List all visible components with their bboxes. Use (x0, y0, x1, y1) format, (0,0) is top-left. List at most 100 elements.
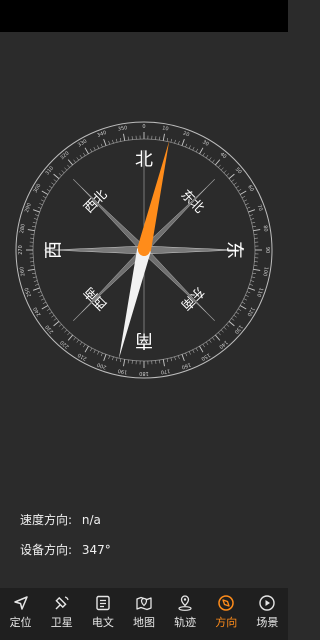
dial-tick (246, 206, 251, 209)
dial-tick (188, 351, 191, 355)
dial-tick (243, 199, 248, 202)
dial-degree-label: 350 (117, 125, 127, 133)
dial-tick (116, 357, 118, 362)
dial-tick (76, 339, 79, 343)
dial-degree-label: 10 (162, 125, 169, 132)
dial-tick (61, 326, 65, 330)
dial-degree-label: 20 (182, 131, 190, 139)
dial-tick (238, 189, 242, 192)
nav-item-direction[interactable]: 方向 (206, 588, 247, 640)
dial-tick (37, 291, 42, 294)
nav-item-satellite[interactable]: 卫星 (41, 588, 82, 640)
dial-tick (212, 337, 215, 341)
dial-tick (119, 137, 122, 142)
dial-tick (218, 164, 221, 168)
dial-degree-label: 80 (262, 225, 269, 232)
dial-tick (250, 280, 255, 282)
dial-degree-label: 200 (96, 361, 107, 370)
dial-degree-label: 190 (117, 367, 127, 375)
dial-tick (83, 152, 86, 156)
dial-tick (195, 148, 198, 153)
dial-tick (215, 159, 221, 166)
nav-item-message[interactable]: 电文 (82, 588, 123, 640)
dial-tick (39, 294, 43, 297)
dial-tick (41, 190, 49, 195)
dial-tick (209, 339, 212, 343)
dial-tick (90, 148, 93, 153)
dial-tick (64, 329, 68, 333)
dial-tick (248, 209, 256, 213)
dial-tick (215, 334, 221, 341)
dial-tick (46, 189, 50, 192)
nav-label-location: 定位 (9, 616, 32, 629)
dial-degree-label: 90 (264, 247, 270, 253)
dial-tick (100, 352, 103, 357)
nav-label-satellite: 卫星 (50, 616, 73, 629)
nav-item-location[interactable]: 定位 (0, 588, 41, 640)
dial-degree-label: 290 (24, 202, 33, 213)
dial-tick (27, 229, 35, 232)
dial-tick (33, 280, 38, 282)
nav-item-track[interactable]: 轨迹 (165, 588, 206, 640)
map-pin-icon (136, 596, 152, 611)
nav-label-scene: 场景 (256, 616, 279, 629)
dial-tick (253, 229, 261, 232)
dial-tick (31, 272, 36, 275)
dial-tick (209, 157, 212, 161)
dial-tick (123, 359, 126, 367)
direction-south: 南 (135, 330, 153, 351)
dial-tick (220, 329, 224, 333)
dial-tick (76, 157, 79, 161)
dial-tick (231, 179, 235, 182)
dial-tick (218, 332, 221, 336)
nav-item-scene[interactable]: 场景 (247, 588, 288, 640)
dial-tick (226, 173, 230, 176)
dial-degree-label: 40 (219, 151, 228, 160)
dial-tick (42, 301, 47, 304)
dial-tick (51, 182, 55, 185)
dial-tick (174, 139, 176, 144)
nav-label-direction: 方向 (215, 616, 238, 629)
dial-degree-label: 270 (18, 245, 24, 255)
dial-tick (253, 268, 261, 271)
dial-tick (245, 294, 249, 297)
dial-tick (251, 222, 256, 224)
dial-tick (31, 225, 36, 228)
dial-tick (243, 298, 248, 301)
dial-tick (32, 287, 40, 291)
dial-tick (241, 301, 246, 304)
dial-tick (250, 218, 255, 220)
dial-tick (202, 152, 205, 156)
dial-tick (112, 139, 114, 144)
dial-tick (235, 311, 240, 315)
dial-degree-label: 250 (24, 287, 33, 298)
dial-degree-label: 30 (201, 139, 210, 147)
dial-tick (251, 276, 256, 278)
speed-direction-label: 速度方向: (20, 513, 73, 527)
dial-tick (220, 167, 224, 171)
dial-tick (53, 173, 60, 179)
dial-tick (192, 349, 195, 354)
track-pin-icon (178, 595, 192, 611)
dial-tick (93, 146, 96, 151)
nav-item-map[interactable]: 地图 (123, 588, 164, 640)
dial-tick (40, 298, 45, 301)
dial-tick (46, 308, 50, 311)
document-list-icon (96, 595, 110, 611)
dial-tick (195, 347, 198, 352)
dial-tick (67, 332, 70, 336)
dial-tick (100, 143, 103, 148)
dial-tick (83, 344, 86, 348)
dial-degree-label: 340 (96, 130, 107, 139)
dial-degree-label: 160 (181, 361, 192, 370)
dial-tick (73, 337, 76, 341)
dial-tick (53, 179, 57, 182)
device-direction-label: 设备方向: (20, 543, 73, 557)
device-direction-value: 347° (81, 543, 111, 557)
compass: 0 10 20 30 40 50 60 70 80 90 100 110 120 130 140 150 160… (0, 110, 288, 400)
dial-tick (239, 305, 247, 310)
dial-degree-label: 170 (160, 367, 170, 375)
dial-tick (79, 341, 83, 346)
dial-degree-label: 180 (139, 370, 149, 376)
dial-tick (40, 199, 45, 202)
